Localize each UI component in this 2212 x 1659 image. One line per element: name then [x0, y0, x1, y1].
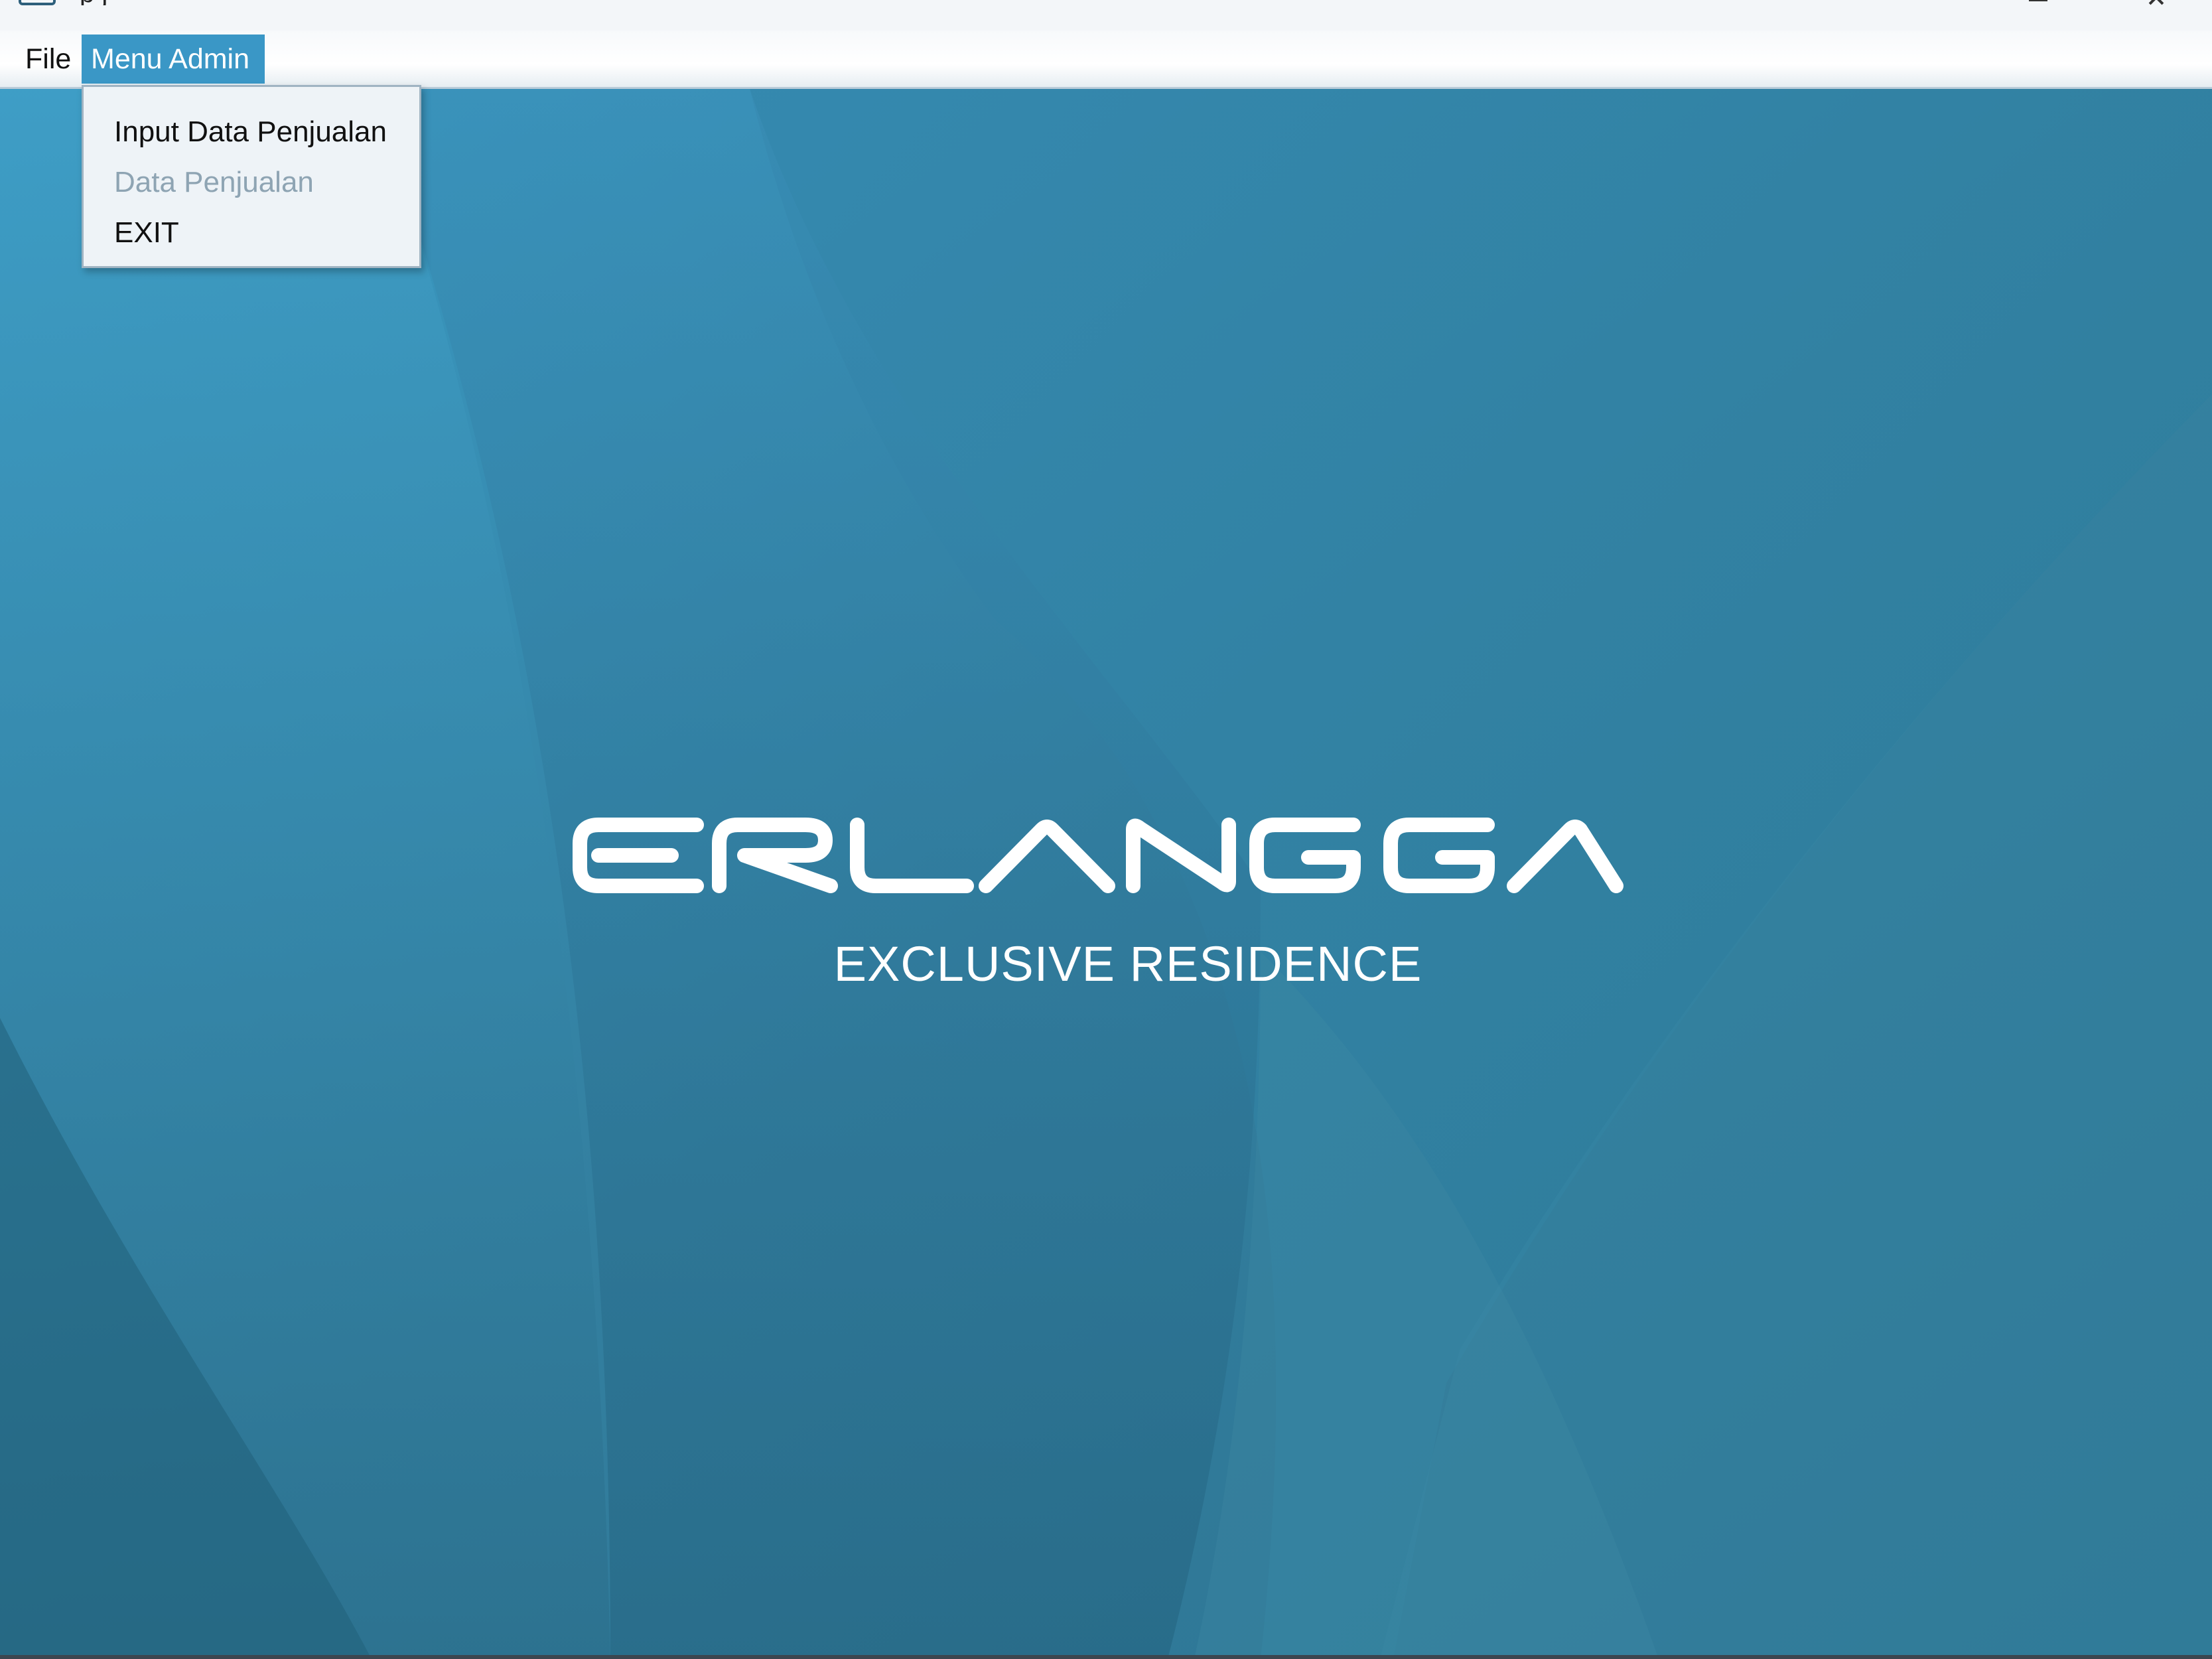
menu-file[interactable]: File [16, 35, 80, 84]
minimize-button[interactable] [2017, 0, 2057, 8]
menu-admin[interactable]: Menu Admin [82, 35, 265, 84]
title-bar: p j [0, 0, 2212, 31]
tagline: EXCLUSIVE RESIDENCE [833, 936, 1422, 991]
erlangga-logo [573, 818, 1624, 893]
window-title: p j [80, 0, 107, 5]
menu-admin-dropdown: Input Data Penjualan Data Penjualan EXIT [82, 85, 421, 268]
window-bottom-border [0, 1655, 2212, 1659]
application-window: p j File Menu Admin [0, 0, 2212, 1659]
menu-item-input-data-penjualan[interactable]: Input Data Penjualan [84, 107, 419, 157]
close-window-button[interactable] [2136, 0, 2176, 8]
menu-item-exit[interactable]: EXIT [84, 208, 419, 258]
main-content-area: EXCLUSIVE RESIDENCE [0, 89, 2212, 1659]
menu-bar: File Menu Admin [0, 31, 2212, 89]
app-window-icon [19, 0, 56, 5]
menu-item-data-penjualan: Data Penjualan [114, 166, 314, 198]
